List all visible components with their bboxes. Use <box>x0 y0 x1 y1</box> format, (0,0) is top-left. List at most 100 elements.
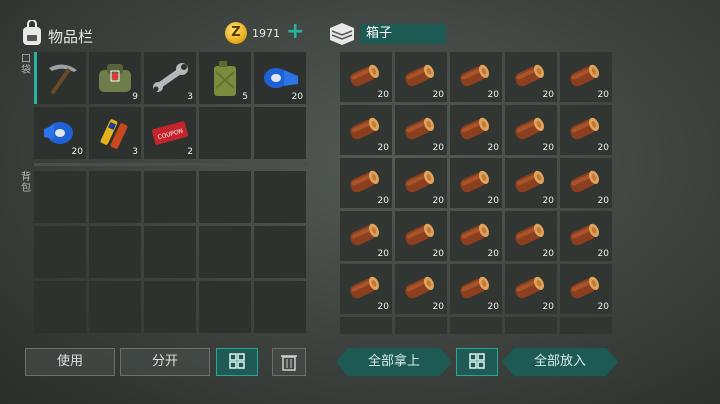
backpack-slot[interactable] <box>254 281 306 333</box>
pocket-slot[interactable]: 3 <box>89 107 141 159</box>
pocket-slot[interactable] <box>254 107 306 159</box>
chest-slot[interactable]: 20 <box>395 264 447 314</box>
put-all-button[interactable]: 全部放入 <box>502 348 618 376</box>
backpack-slot[interactable] <box>34 226 86 278</box>
take-all-button[interactable]: 全部拿上 <box>336 348 452 376</box>
item-count: 20 <box>432 196 444 206</box>
backpack-slot[interactable] <box>254 171 306 223</box>
coupon-icon: COUPON <box>151 121 189 145</box>
backpack-slot[interactable] <box>144 171 196 223</box>
split-button[interactable]: 分开 <box>120 348 210 376</box>
backpack-slot[interactable] <box>89 226 141 278</box>
chest-slot[interactable]: 20 <box>450 211 502 261</box>
chest-slot[interactable] <box>395 317 447 334</box>
chest-slot[interactable]: 20 <box>450 105 502 155</box>
use-button[interactable]: 使用 <box>25 348 115 376</box>
chest-sort-button[interactable] <box>456 348 498 376</box>
pickaxe-icon <box>49 64 77 95</box>
chest-slot[interactable]: 20 <box>450 264 502 314</box>
delete-button[interactable] <box>272 348 306 376</box>
chest-slot[interactable]: 20 <box>340 158 392 208</box>
chest-slot[interactable]: 20 <box>560 264 612 314</box>
chest-slot[interactable]: 20 <box>505 211 557 261</box>
backpack-slot[interactable] <box>89 281 141 333</box>
chest-slot[interactable]: 20 <box>340 105 392 155</box>
backpack-slot[interactable] <box>144 226 196 278</box>
item-count: 20 <box>597 90 609 100</box>
item-count: 20 <box>377 302 389 312</box>
item-count: 2 <box>187 147 193 157</box>
chest-grid: 20 20 20 20 20 20 20 20 20 20 20 20 20 20 20 20 20 20 20 20… <box>340 52 616 334</box>
coin-count: 1971 <box>252 27 280 40</box>
pocket-slot[interactable]: 20 <box>34 107 86 159</box>
coin-icon: Z <box>225 22 247 44</box>
pocket-slot[interactable]: 5 <box>199 52 251 104</box>
backpack-slot[interactable] <box>34 171 86 223</box>
item-count: 20 <box>487 249 499 259</box>
section-divider <box>34 163 309 166</box>
chest-slot[interactable] <box>340 317 392 334</box>
chest-slot[interactable] <box>505 317 557 334</box>
item-count: 20 <box>542 249 554 259</box>
chest-slot[interactable]: 20 <box>340 264 392 314</box>
pocket-slot[interactable] <box>199 107 251 159</box>
item-count: 20 <box>597 249 609 259</box>
item-count: 20 <box>542 196 554 206</box>
item-count: 20 <box>377 90 389 100</box>
chest-slot[interactable]: 20 <box>560 211 612 261</box>
pocket-grid: 9 3 5 20 20 3 COUPON 2 <box>34 52 306 159</box>
chest-slot[interactable]: 20 <box>505 105 557 155</box>
chest-slot[interactable]: 20 <box>560 158 612 208</box>
chest-slot[interactable]: 20 <box>505 158 557 208</box>
backpack-grid <box>34 171 306 333</box>
backpack-slot[interactable] <box>144 281 196 333</box>
backpack-slot[interactable] <box>199 281 251 333</box>
item-count: 20 <box>377 143 389 153</box>
pocket-slot[interactable] <box>34 52 86 104</box>
grid-icon <box>469 353 485 369</box>
chest-slot[interactable]: 20 <box>340 52 392 102</box>
backpack-label: 背包 <box>21 172 31 194</box>
chest-slot[interactable]: 20 <box>395 158 447 208</box>
backpack-slot[interactable] <box>89 171 141 223</box>
backpack-slot[interactable] <box>34 281 86 333</box>
backpack-slot[interactable] <box>199 226 251 278</box>
item-count: 5 <box>242 92 248 102</box>
first-aid-bag-icon <box>99 64 131 92</box>
add-coins-button[interactable]: + <box>286 20 304 44</box>
pocket-slot[interactable]: 20 <box>254 52 306 104</box>
chest-slot[interactable]: 20 <box>505 52 557 102</box>
item-count: 20 <box>432 302 444 312</box>
sort-button[interactable] <box>216 348 258 376</box>
item-count: 20 <box>597 302 609 312</box>
backpack-slot[interactable] <box>199 171 251 223</box>
item-count: 20 <box>487 143 499 153</box>
chest-slot[interactable]: 20 <box>450 158 502 208</box>
chest-slot[interactable]: 20 <box>560 52 612 102</box>
item-count: 20 <box>291 92 303 102</box>
chest-slot[interactable]: 20 <box>505 264 557 314</box>
chest-slot[interactable] <box>450 317 502 334</box>
wrench-icon <box>153 63 188 92</box>
batteries-icon <box>100 119 128 149</box>
chest-slot[interactable]: 20 <box>395 52 447 102</box>
pocket-slot[interactable]: 3 <box>144 52 196 104</box>
chest-slot[interactable]: 20 <box>395 105 447 155</box>
chest-scroll-area[interactable]: 20 20 20 20 20 20 20 20 20 20 20 20 20 20 20 20 20 20 20 20… <box>340 52 616 334</box>
jerrycan-icon <box>214 61 236 96</box>
grid-icon <box>229 353 245 369</box>
pocket-slot[interactable]: COUPON 2 <box>144 107 196 159</box>
trash-icon <box>281 355 297 371</box>
chest-slot[interactable]: 20 <box>560 105 612 155</box>
chest-slot[interactable]: 20 <box>450 52 502 102</box>
chest-slot[interactable]: 20 <box>340 211 392 261</box>
pocket-slot[interactable]: 9 <box>89 52 141 104</box>
item-count: 20 <box>377 249 389 259</box>
chest-slot[interactable]: 20 <box>395 211 447 261</box>
item-count: 20 <box>487 90 499 100</box>
item-count: 20 <box>542 302 554 312</box>
item-count: 3 <box>132 147 138 157</box>
pocket-label: 口袋 <box>21 54 31 76</box>
chest-slot[interactable] <box>560 317 612 334</box>
backpack-slot[interactable] <box>254 226 306 278</box>
